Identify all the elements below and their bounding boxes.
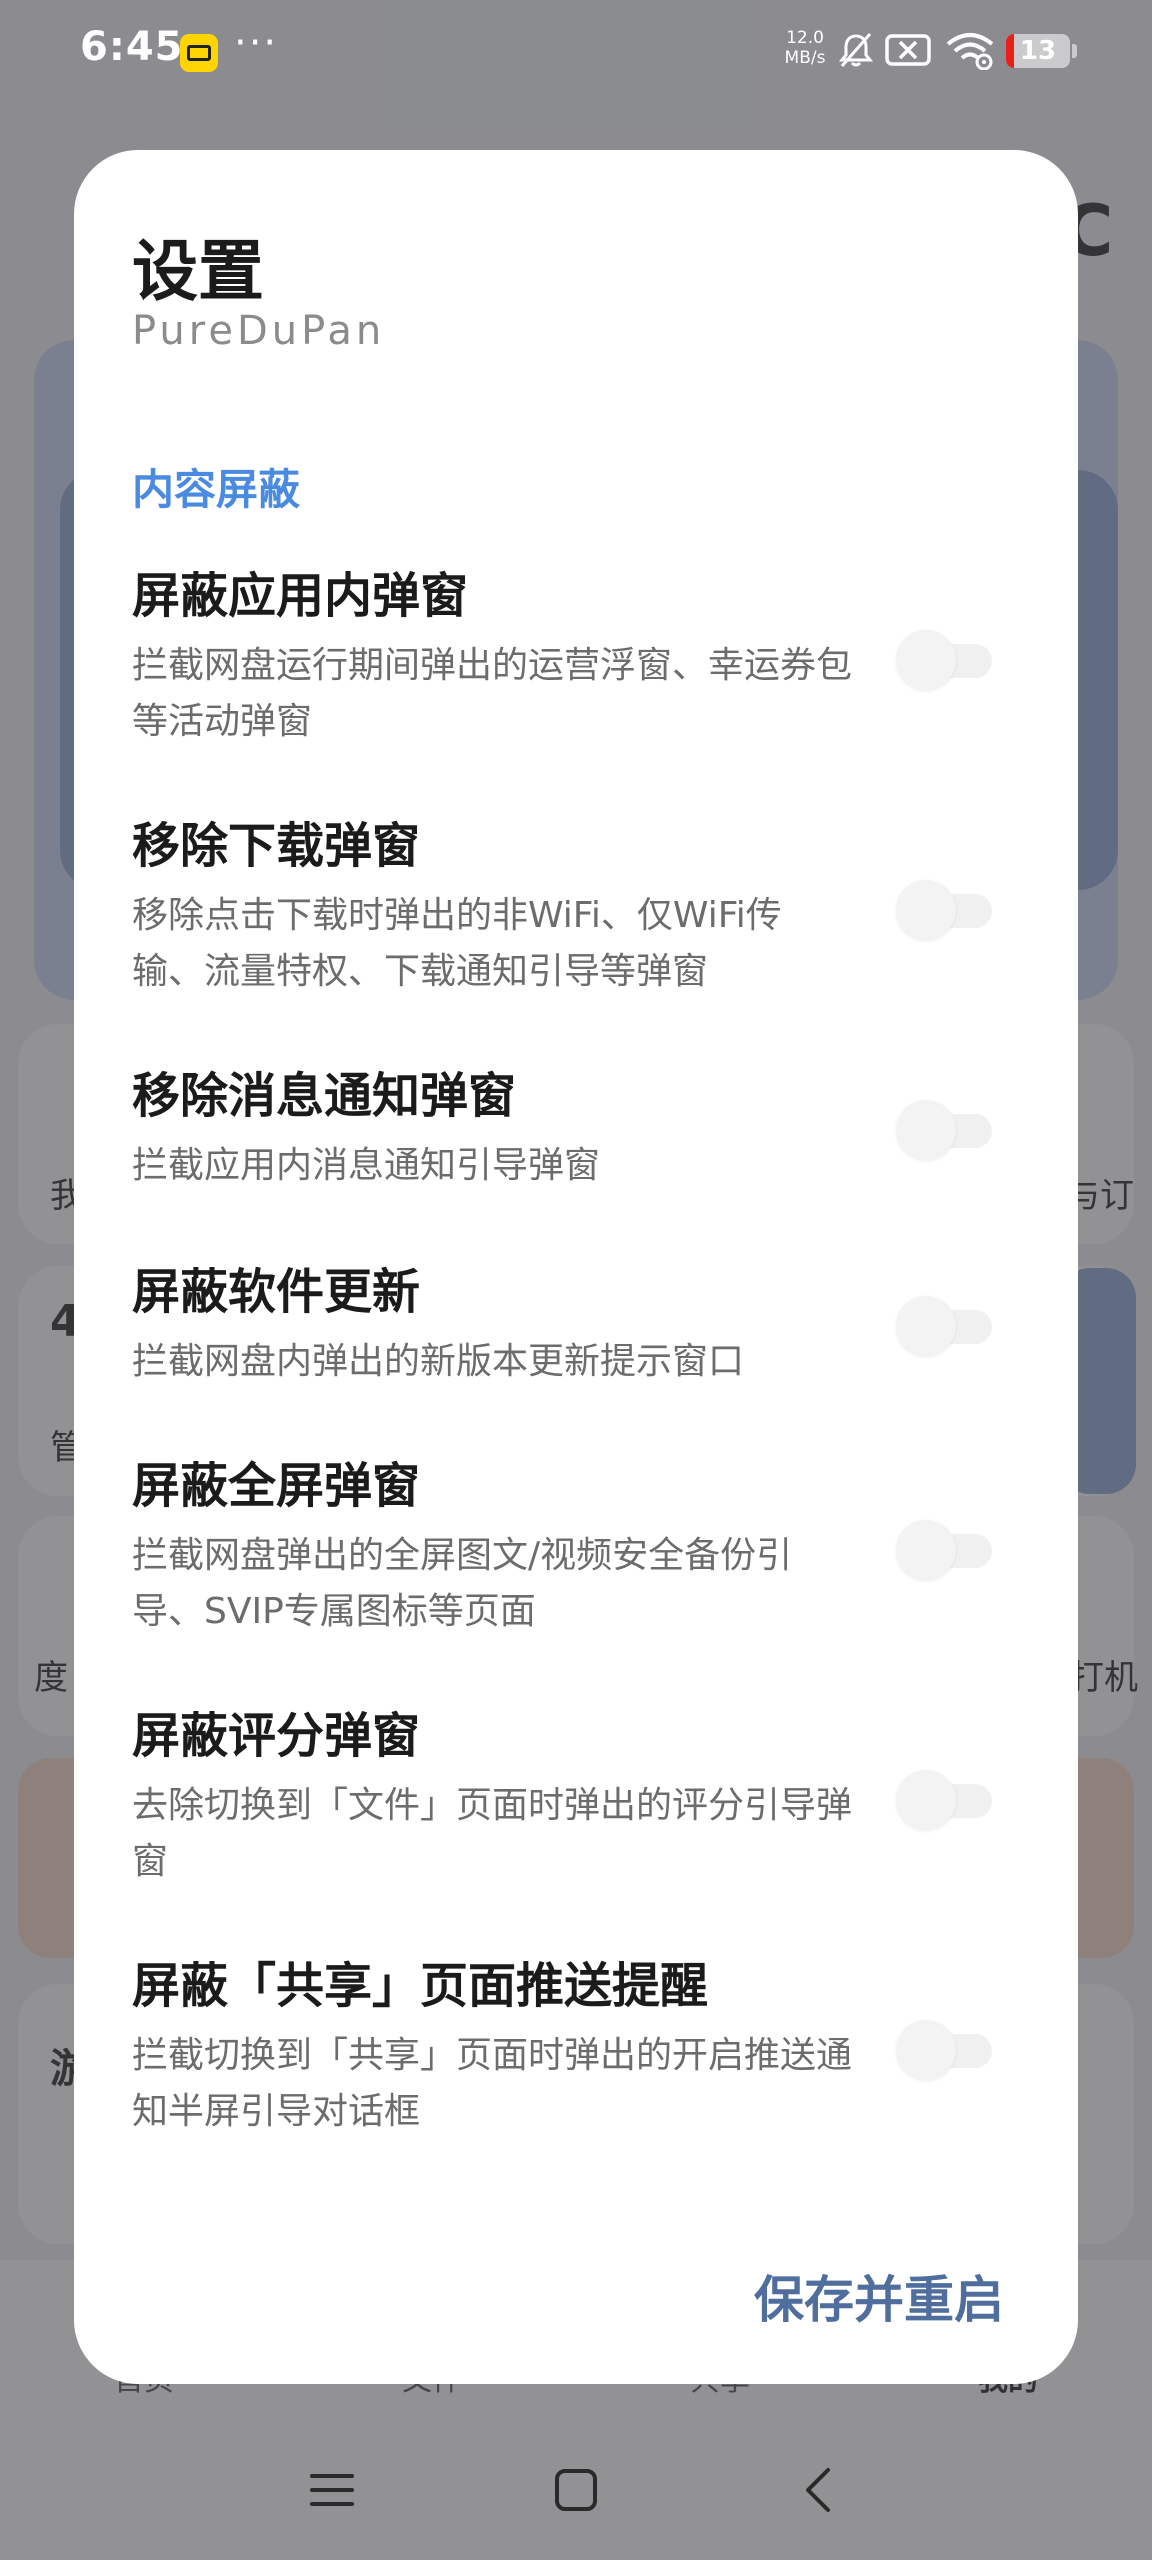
setting-description: 拦截切换到「共享」页面时弹出的开启推送通知半屏引导对话框	[132, 2035, 853, 2132]
back-chevron-icon[interactable]	[796, 2466, 844, 2514]
setting-description: 拦截网盘弹出的全屏图文/视频安全备份引导、SVIP专属图标等页面	[132, 1535, 793, 1632]
bell-muted-icon	[838, 33, 874, 67]
network-speed: 12.0 MB/s	[780, 28, 830, 68]
setting-description: 拦截应用内消息通知引导弹窗	[132, 1145, 601, 1186]
wifi-icon	[946, 33, 994, 70]
toggle-thumb	[896, 630, 956, 690]
toggle-thumb	[896, 1520, 956, 1580]
toggle-remove-notification-popups[interactable]	[896, 1100, 992, 1160]
app-notification-icon	[180, 34, 218, 72]
battery-cap	[1072, 44, 1077, 58]
setting-title: 屏蔽「共享」页面推送提醒	[132, 1958, 709, 2014]
toggle-block-in-app-popups[interactable]	[896, 630, 992, 690]
setting-description: 移除点击下载时弹出的非WiFi、仅WiFi传输、流量特权、下载通知引导等弹窗	[132, 895, 782, 992]
dialog-title: 设置	[132, 233, 264, 310]
network-speed-unit: MB/s	[784, 48, 826, 68]
system-nav-bar	[0, 2420, 1152, 2560]
toggle-remove-download-popups[interactable]	[896, 880, 992, 940]
toggle-block-fullscreen-popups[interactable]	[896, 1520, 992, 1580]
battery-icon: 13	[1006, 34, 1070, 68]
toggle-thumb	[896, 1770, 956, 1830]
setting-title: 移除下载弹窗	[132, 818, 421, 874]
save-and-restart-button[interactable]: 保存并重启	[754, 2260, 1004, 2332]
network-speed-value: 12.0	[786, 28, 824, 48]
setting-description: 拦截网盘运行期间弹出的运营浮窗、幸运券包等活动弹窗	[132, 645, 853, 742]
toggle-block-app-updates[interactable]	[896, 1296, 992, 1356]
toggle-thumb	[896, 880, 956, 940]
status-time: 6:45	[80, 24, 184, 70]
setting-title: 屏蔽评分弹窗	[132, 1708, 421, 1764]
dialog-subtitle: PureDuPan	[132, 308, 386, 354]
setting-title: 屏蔽应用内弹窗	[132, 568, 469, 624]
setting-description: 去除切换到「文件」页面时弹出的评分引导弹窗	[132, 1785, 853, 1882]
toggle-thumb	[896, 2020, 956, 2080]
toggle-block-share-page-push[interactable]	[896, 2020, 992, 2080]
settings-dialog: 设置 PureDuPan 内容屏蔽 屏蔽应用内弹窗 拦截网盘运行期间弹出的运营浮…	[74, 150, 1078, 2384]
status-bar: 6:45 ··· 12.0 MB/s 13	[0, 0, 1152, 104]
menu-icon[interactable]	[308, 2466, 356, 2514]
toggle-thumb	[896, 1296, 956, 1356]
more-notifications-icon: ···	[234, 20, 279, 66]
home-square-icon[interactable]	[552, 2466, 600, 2514]
battery-level-text: 13	[1019, 36, 1057, 66]
setting-description: 拦截网盘内弹出的新版本更新提示窗口	[132, 1341, 745, 1382]
setting-title: 屏蔽全屏弹窗	[132, 1458, 421, 1514]
toggle-thumb	[896, 1100, 956, 1160]
section-header-content-blocking: 内容屏蔽	[132, 465, 301, 514]
sim-disabled-icon	[885, 34, 931, 66]
toggle-block-rating-popups[interactable]	[896, 1770, 992, 1830]
